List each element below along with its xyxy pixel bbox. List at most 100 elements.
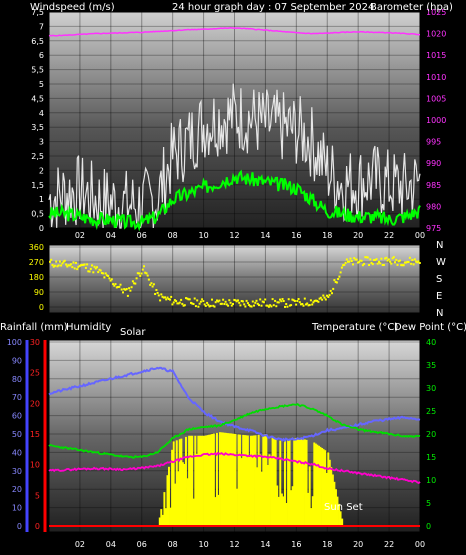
direction-point — [170, 295, 173, 298]
direction-point — [390, 262, 393, 265]
direction-point — [371, 263, 374, 266]
barometer-tick-label: 1020 — [426, 30, 446, 39]
barometer-tick-label: 1000 — [426, 116, 446, 125]
direction-point — [241, 300, 244, 303]
direction-point — [259, 298, 262, 301]
direction-point — [209, 304, 212, 307]
barometer-tick-label: 980 — [426, 202, 441, 211]
wind-tick-label: 2 — [39, 166, 44, 175]
humidity-tick-label: 80 — [12, 375, 22, 384]
direction-point — [89, 267, 92, 270]
direction-point — [250, 305, 253, 308]
direction-point — [337, 278, 340, 280]
x-tick-label-bottom: 20 — [353, 540, 363, 549]
direction-point — [293, 300, 296, 302]
direction-point — [317, 300, 320, 303]
direction-point — [350, 260, 353, 262]
direction-point — [319, 296, 322, 299]
direction-point — [345, 258, 348, 261]
humidity-tick-label: 30 — [12, 467, 22, 476]
x-tick-label-bottom: 12 — [229, 540, 239, 549]
direction-point — [245, 299, 248, 302]
direction-point — [228, 299, 231, 302]
direction-point — [306, 302, 309, 305]
direction-point — [58, 260, 61, 263]
humidity-tick-label: 20 — [12, 485, 22, 494]
direction-point — [55, 260, 58, 263]
direction-point — [171, 303, 174, 306]
direction-point — [363, 262, 366, 265]
humidity-tick-label: 50 — [12, 430, 22, 439]
direction-point — [239, 304, 242, 307]
wind-tick-label: 6 — [39, 51, 44, 60]
direction-point — [344, 261, 347, 264]
solar-bar — [341, 518, 344, 526]
direction-point — [253, 304, 255, 307]
x-tick-label-bottom: 08 — [168, 540, 178, 549]
x-tick-label-bottom: 18 — [322, 540, 332, 549]
direction-point — [154, 293, 157, 295]
direction-point — [160, 293, 163, 296]
direction-point — [331, 292, 333, 295]
direction-tick-label: 360 — [29, 243, 44, 252]
wind-tick-label: 5 — [39, 80, 44, 89]
direction-point — [302, 304, 305, 307]
rain-tick-label: 0 — [35, 522, 40, 531]
direction-point — [165, 298, 168, 301]
wind-tick-label: 3 — [39, 138, 44, 147]
direction-point — [296, 300, 299, 302]
x-tick-label-top: 06 — [137, 231, 147, 240]
direction-point — [227, 304, 230, 307]
wind-tick-label: 0,5 — [31, 210, 44, 219]
direction-point — [412, 263, 415, 266]
x-tick-label-top: 08 — [168, 231, 178, 240]
x-tick-label-top: 12 — [229, 231, 239, 240]
direction-point — [188, 298, 191, 301]
direction-point — [180, 298, 183, 301]
humidity-tick-label: 40 — [12, 448, 22, 457]
direction-point — [119, 283, 122, 286]
direction-point — [218, 299, 221, 302]
barometer-tick-label: 990 — [426, 159, 441, 168]
x-tick-label-bottom: 00 — [415, 540, 425, 549]
direction-point — [172, 301, 175, 304]
temperature-tick-label: 25 — [426, 407, 436, 416]
temperature-tick-label: 30 — [426, 384, 436, 393]
barometer-tick-label: 995 — [426, 138, 441, 147]
direction-point — [321, 298, 324, 301]
direction-point — [157, 294, 160, 297]
rain-tick-label: 30 — [30, 338, 40, 347]
rain-tick-label: 20 — [30, 399, 40, 408]
direction-point — [75, 261, 77, 264]
barometer-tick-label: 985 — [426, 181, 441, 190]
temperature-tick-label: 0 — [426, 522, 431, 531]
direction-point — [323, 296, 326, 299]
direction-point — [102, 272, 105, 275]
direction-point — [159, 299, 162, 302]
direction-point — [298, 301, 301, 304]
x-tick-label-top: 00 — [415, 231, 425, 240]
direction-point — [258, 304, 260, 307]
direction-point — [107, 274, 110, 277]
humidity-tick-label: 70 — [12, 393, 22, 402]
x-tick-label-bottom: 14 — [260, 540, 270, 549]
direction-point — [369, 258, 372, 261]
direction-point — [50, 258, 53, 261]
direction-point — [99, 269, 102, 272]
direction-point — [213, 305, 216, 308]
direction-point — [141, 268, 144, 271]
direction-point — [206, 301, 209, 304]
direction-point — [360, 259, 363, 262]
direction-point — [53, 264, 56, 267]
direction-point — [281, 298, 284, 300]
direction-point — [122, 291, 124, 294]
x-tick-label-top: 02 — [75, 231, 85, 240]
direction-point — [352, 263, 354, 266]
direction-point — [284, 305, 286, 308]
wind-tick-label: 1,5 — [31, 181, 44, 190]
direction-point — [339, 271, 342, 274]
direction-point — [303, 297, 306, 300]
direction-point — [204, 304, 207, 307]
direction-point — [134, 282, 137, 285]
direction-point — [285, 303, 288, 305]
